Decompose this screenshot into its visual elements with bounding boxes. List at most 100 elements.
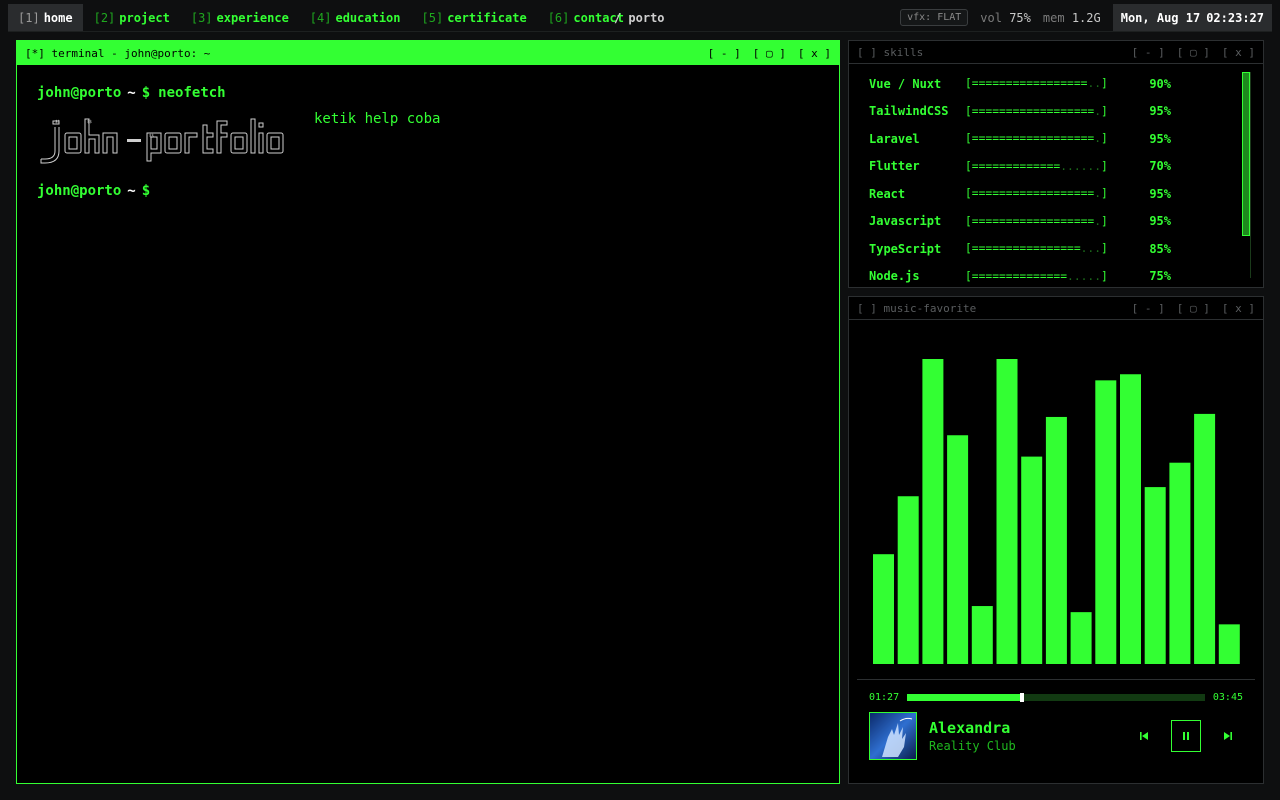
play-pause-button[interactable] — [1171, 720, 1201, 752]
svg-text:$$: $$ — [55, 119, 60, 124]
skip-previous-icon — [1140, 732, 1148, 740]
skill-row: Flutter [=============......] 70% — [869, 153, 1243, 181]
visualizer-bar — [1070, 612, 1092, 664]
music-titlebar[interactable]: [ ] music-favorite [ - ] [ ▢ ] [ x ] — [849, 297, 1263, 320]
visualizer-bars — [873, 359, 1240, 664]
skill-row: React [==================.] 95% — [869, 180, 1243, 208]
skill-percent: 75% — [1149, 269, 1171, 284]
workspace-label: home — [43, 10, 73, 25]
maximize-button[interactable]: [ ▢ ] — [1177, 46, 1210, 59]
workspace-number: [6] — [547, 10, 570, 25]
skills-titlebar[interactable]: [ ] skills [ - ] [ ▢ ] [ x ] — [849, 41, 1263, 64]
visualizer-bar — [922, 359, 944, 664]
minimize-button[interactable]: [ - ] — [708, 47, 741, 60]
minimize-button[interactable]: [ - ] — [1132, 46, 1165, 59]
workspace-number: [1] — [18, 10, 40, 25]
skill-level-bar: [==================.] — [965, 132, 1108, 146]
skip-next-icon — [1224, 732, 1232, 740]
skill-percent: 90% — [1149, 76, 1171, 91]
close-button[interactable]: [ x ] — [1222, 46, 1255, 59]
scrollbar[interactable] — [1242, 72, 1251, 278]
playback-progress: 01:27 03:45 — [849, 692, 1263, 703]
seek-bar-handle[interactable] — [1020, 693, 1025, 702]
svg-text:$$: $$ — [149, 133, 154, 138]
visualizer-bar — [1144, 487, 1166, 664]
prompt-line-current[interactable]: john@porto ~ $ — [37, 181, 819, 201]
prompt-path: ~ — [127, 85, 136, 101]
seek-bar-fill — [907, 694, 1023, 701]
memory-status: mem 1.2G — [1043, 11, 1101, 25]
visualizer-bar — [1021, 456, 1043, 664]
app-label: / porto — [613, 10, 665, 25]
workspace-number: [2] — [93, 10, 116, 25]
skill-name: TypeScript — [869, 241, 942, 256]
workspace-education[interactable]: [4] education — [300, 4, 411, 31]
vfx-badge[interactable]: vfx: FLAT — [900, 9, 969, 26]
top-bar: [1] home [2] project [3] experience [4] … — [8, 4, 1272, 32]
skill-name: Javascript — [869, 214, 942, 229]
terminal-body[interactable]: john@porto ~ $ neofetch $$ $$ $$ ketik h… — [17, 65, 839, 219]
workspace-number: [3] — [190, 10, 213, 25]
music-window[interactable]: [ ] music-favorite [ - ] [ ▢ ] [ x ] 01:… — [848, 296, 1264, 784]
minimize-button[interactable]: [ - ] — [1132, 302, 1165, 315]
skill-row: TypeScript [================...] 85% — [869, 235, 1243, 263]
window-title: [ ] skills — [857, 45, 924, 59]
skill-percent: 95% — [1149, 186, 1171, 201]
skill-percent: 95% — [1149, 214, 1171, 229]
visualizer-bar — [1169, 462, 1191, 664]
workspace-project[interactable]: [2] project — [84, 4, 180, 31]
skills-window[interactable]: [ ] skills [ - ] [ ▢ ] [ x ] Vue / Nuxt [… — [848, 40, 1264, 288]
next-track-button[interactable] — [1213, 720, 1243, 752]
workspace-certificate[interactable]: [5] certificate — [412, 4, 537, 31]
audio-visualizer — [857, 320, 1255, 680]
prompt-user: john@porto — [37, 183, 122, 199]
visualizer-bar — [897, 496, 919, 664]
terminal-window[interactable]: [*] terminal - john@porto: ~ [ - ] [ ▢ ]… — [16, 40, 840, 784]
clock-time: 02:23:27 — [1206, 10, 1264, 25]
workspace-label: project — [119, 10, 170, 25]
scrollbar-thumb[interactable] — [1242, 72, 1250, 236]
seek-bar[interactable] — [907, 693, 1205, 702]
window-controls: [ - ] [ ▢ ] [ x ] — [708, 47, 831, 60]
window-title: [*] terminal - john@porto: ~ — [25, 46, 211, 60]
close-button[interactable]: [ x ] — [798, 47, 831, 60]
clock: Mon, Aug 17 02:23:27 — [1112, 4, 1272, 31]
workspace-home[interactable]: [1] home — [8, 4, 83, 31]
skill-level-bar: [================...] — [965, 242, 1108, 256]
volume-status: vol 75% — [980, 11, 1031, 25]
skill-row: Javascript [==================.] 95% — [869, 208, 1243, 236]
skill-row: Node.js [==============.....] 75% — [869, 263, 1243, 287]
volume-label: vol — [980, 10, 1002, 25]
terminal-titlebar[interactable]: [*] terminal - john@porto: ~ [ - ] [ ▢ ]… — [17, 41, 839, 65]
elapsed-time: 01:27 — [869, 692, 900, 703]
prompt-symbol: $ — [141, 183, 151, 199]
close-button[interactable]: [ x ] — [1222, 302, 1255, 315]
svg-text:$$: $$ — [87, 119, 92, 124]
workspace-number: [5] — [421, 10, 444, 25]
skill-level-bar: [=================..] — [965, 77, 1108, 91]
visualizer-bar — [947, 435, 969, 664]
pause-icon — [1183, 732, 1189, 740]
window-controls: [ - ] [ ▢ ] [ x ] — [1132, 302, 1255, 315]
maximize-button[interactable]: [ ▢ ] — [753, 47, 786, 60]
memory-label: mem — [1042, 10, 1065, 25]
skill-row: TailwindCSS [==================.] 95% — [869, 98, 1243, 126]
workspace-contact[interactable]: [6] contact/ porto — [538, 4, 675, 31]
previous-track-button[interactable] — [1129, 720, 1159, 752]
skill-row: Vue / Nuxt [=================..] 90% — [869, 70, 1243, 98]
skill-row: Laravel [==================.] 95% — [869, 125, 1243, 153]
skills-list[interactable]: Vue / Nuxt [=================..] 90% Tailwi… — [849, 64, 1263, 286]
visualizer-bar — [1095, 380, 1117, 664]
album-cover — [869, 712, 917, 760]
prompt-command: neofetch — [158, 85, 226, 101]
workspace-label: experience — [216, 10, 289, 25]
workspace-experience[interactable]: [3] experience — [181, 4, 299, 31]
maximize-button[interactable]: [ ▢ ] — [1177, 302, 1210, 315]
skill-percent: 95% — [1149, 131, 1171, 146]
ascii-art-logo: $$ $$ $$ — [37, 111, 285, 175]
workspace-label: contact/ porto — [573, 11, 664, 25]
skill-name: React — [869, 186, 906, 201]
memory-value: 1.2G — [1071, 10, 1101, 25]
prompt-symbol: $ — [141, 85, 151, 101]
workspace-number: [4] — [309, 10, 332, 25]
